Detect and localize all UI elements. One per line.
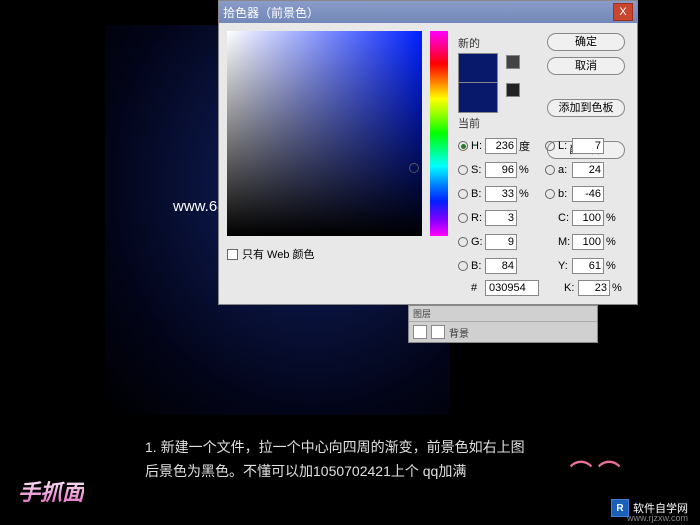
- input-g[interactable]: [485, 234, 517, 250]
- unit-y: %: [606, 260, 620, 272]
- input-b[interactable]: [485, 186, 517, 202]
- layer-row[interactable]: 背景: [409, 322, 597, 342]
- label-b: B:: [471, 188, 485, 200]
- label-h: H:: [471, 140, 485, 152]
- label-m: M:: [558, 236, 572, 248]
- new-label: 新的: [458, 35, 498, 51]
- smiley-icon: ⌒ ⌒: [570, 455, 620, 487]
- color-picker-dialog: 拾色器（前景色） X 新的 当前 确定 取消 添加到色板 颜色库: [218, 0, 638, 305]
- logo-url: www.rjzxw.com: [627, 513, 688, 523]
- label-l: L:: [558, 140, 572, 152]
- input-l[interactable]: [572, 138, 604, 154]
- new-color-swatch: [458, 53, 498, 83]
- unit-b: %: [519, 188, 533, 200]
- label-g: G:: [471, 236, 485, 248]
- label-y: Y:: [558, 260, 572, 272]
- web-only-label: 只有 Web 颜色: [242, 246, 315, 262]
- label-c: C:: [558, 212, 572, 224]
- label-a: a:: [558, 164, 572, 176]
- radio-s[interactable]: [458, 165, 468, 175]
- warning-swatch[interactable]: [506, 55, 520, 69]
- color-marker[interactable]: [409, 163, 419, 173]
- label-k: K:: [564, 282, 578, 294]
- radio-r[interactable]: [458, 213, 468, 223]
- input-y[interactable]: [572, 258, 604, 274]
- color-fields: H: 度 L: S: % a:: [458, 136, 626, 296]
- input-m[interactable]: [572, 234, 604, 250]
- label-lab-b: b:: [558, 188, 572, 200]
- hue-slider[interactable]: [430, 31, 448, 236]
- close-button[interactable]: X: [613, 3, 633, 21]
- layers-tab[interactable]: 图层: [413, 307, 431, 320]
- radio-a[interactable]: [545, 165, 555, 175]
- label-hex: #: [471, 282, 485, 294]
- layer-thumbnail: [431, 325, 445, 339]
- radio-g[interactable]: [458, 237, 468, 247]
- input-a[interactable]: [572, 162, 604, 178]
- unit-h: 度: [519, 138, 533, 154]
- add-swatch-button[interactable]: 添加到色板: [547, 99, 625, 117]
- label-r: R:: [471, 212, 485, 224]
- web-only-checkbox[interactable]: [227, 249, 238, 260]
- input-c[interactable]: [572, 210, 604, 226]
- layers-panel: 图层 背景: [408, 305, 598, 343]
- input-s[interactable]: [485, 162, 517, 178]
- current-label: 当前: [458, 115, 498, 131]
- web-only-row: 只有 Web 颜色: [227, 246, 315, 262]
- input-hex[interactable]: [485, 280, 539, 296]
- color-field[interactable]: [227, 31, 422, 236]
- unit-k: %: [612, 282, 626, 294]
- label-s: S:: [471, 164, 485, 176]
- label-bb: B:: [471, 260, 485, 272]
- right-column: 新的 当前 确定 取消 添加到色板 颜色库 H: 度: [458, 31, 629, 296]
- radio-l[interactable]: [545, 141, 555, 151]
- dialog-title: 拾色器（前景色）: [223, 4, 613, 21]
- radio-b[interactable]: [458, 189, 468, 199]
- swatch-area: 新的 当前: [458, 35, 498, 131]
- input-lab-b[interactable]: [572, 186, 604, 202]
- current-color-swatch[interactable]: [458, 83, 498, 113]
- title-bar[interactable]: 拾色器（前景色） X: [219, 1, 637, 23]
- unit-s: %: [519, 164, 533, 176]
- cancel-button[interactable]: 取消: [547, 57, 625, 75]
- input-h[interactable]: [485, 138, 517, 154]
- ok-button[interactable]: 确定: [547, 33, 625, 51]
- websafe-swatch[interactable]: [506, 83, 520, 97]
- radio-h[interactable]: [458, 141, 468, 151]
- unit-m: %: [606, 236, 620, 248]
- logo-left: 手抓面: [18, 475, 84, 507]
- radio-bb[interactable]: [458, 261, 468, 271]
- radio-lab-b[interactable]: [545, 189, 555, 199]
- visibility-icon[interactable]: [413, 325, 427, 339]
- input-r[interactable]: [485, 210, 517, 226]
- layer-name: 背景: [449, 325, 469, 340]
- input-k[interactable]: [578, 280, 610, 296]
- input-bb[interactable]: [485, 258, 517, 274]
- unit-c: %: [606, 212, 620, 224]
